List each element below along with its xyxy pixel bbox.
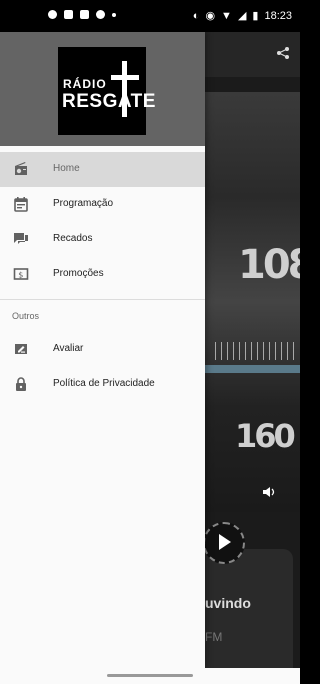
record-icon bbox=[96, 10, 105, 19]
logo-text-top: RÁDIO bbox=[63, 77, 107, 91]
app-notification-icon bbox=[64, 10, 73, 19]
dial-number: 108 bbox=[238, 242, 300, 288]
menu-item-home[interactable]: Home bbox=[0, 152, 205, 187]
menu-item-label: Política de Privacidade bbox=[53, 378, 155, 389]
logo-text-bottom: RESGATE bbox=[62, 91, 156, 112]
dollar-icon: $ bbox=[13, 266, 29, 282]
menu-item-promocoes[interactable]: $ Promoções bbox=[0, 257, 205, 292]
system-icons: ◐ ◉ ▼ ◢ ▮ 18:23 bbox=[192, 9, 292, 23]
app-notification-icon bbox=[80, 10, 89, 19]
drawer-header: RÁDIO RESGATE bbox=[0, 32, 205, 146]
data-saver-icon: ◉ bbox=[205, 10, 216, 22]
calendar-icon bbox=[13, 196, 29, 212]
dial-band bbox=[205, 365, 300, 373]
rate-icon bbox=[13, 341, 29, 357]
status-bar: ◐ ◉ ▼ ◢ ▮ 18:23 bbox=[0, 0, 300, 32]
system-nav-bar bbox=[0, 668, 300, 684]
volume-icon[interactable] bbox=[262, 485, 276, 502]
section-title: Outros bbox=[12, 311, 40, 321]
play-button[interactable] bbox=[205, 522, 245, 564]
background-player: 108 160 uvindo FM bbox=[205, 32, 300, 668]
more-notifications-icon bbox=[112, 12, 116, 17]
notification-icons bbox=[48, 10, 116, 19]
home-gesture-handle[interactable] bbox=[107, 674, 193, 677]
clock: 18:23 bbox=[264, 9, 292, 22]
menu-item-label: Programação bbox=[53, 198, 114, 209]
now-playing-label: uvindo bbox=[205, 595, 251, 611]
signal-icon: ◢ bbox=[237, 10, 247, 22]
radio-icon bbox=[13, 161, 29, 177]
lock-icon bbox=[13, 376, 29, 392]
menu-item-avaliar[interactable]: Avaliar bbox=[0, 332, 205, 367]
sync-icon: ◐ bbox=[192, 9, 200, 22]
messenger-icon bbox=[48, 10, 57, 19]
dial-number: 160 bbox=[235, 417, 296, 455]
menu-item-recados[interactable]: Recados bbox=[0, 222, 205, 257]
navigation-drawer: RÁDIO RESGATE Home Programação Recados $… bbox=[0, 32, 205, 668]
chat-icon bbox=[13, 231, 29, 247]
dial-ticks bbox=[215, 342, 295, 360]
battery-icon: ▮ bbox=[252, 10, 259, 22]
menu-item-label: Avaliar bbox=[53, 343, 84, 354]
svg-text:$: $ bbox=[18, 271, 23, 280]
menu-item-label: Home bbox=[53, 163, 80, 174]
cross-icon bbox=[122, 61, 127, 117]
cross-icon bbox=[111, 75, 139, 80]
drawer-menu: Home Programação Recados $ Promoções Out… bbox=[0, 152, 205, 402]
section-header: Outros bbox=[0, 300, 205, 332]
menu-item-programacao[interactable]: Programação bbox=[0, 187, 205, 222]
menu-item-label: Recados bbox=[53, 233, 93, 244]
band-label: FM bbox=[205, 630, 223, 644]
menu-item-label: Promoções bbox=[53, 268, 104, 279]
share-icon[interactable] bbox=[276, 46, 290, 63]
radio-resgate-logo: RÁDIO RESGATE bbox=[58, 47, 155, 135]
wifi-icon: ▼ bbox=[221, 9, 232, 22]
menu-item-politica-privacidade[interactable]: Política de Privacidade bbox=[0, 367, 205, 402]
